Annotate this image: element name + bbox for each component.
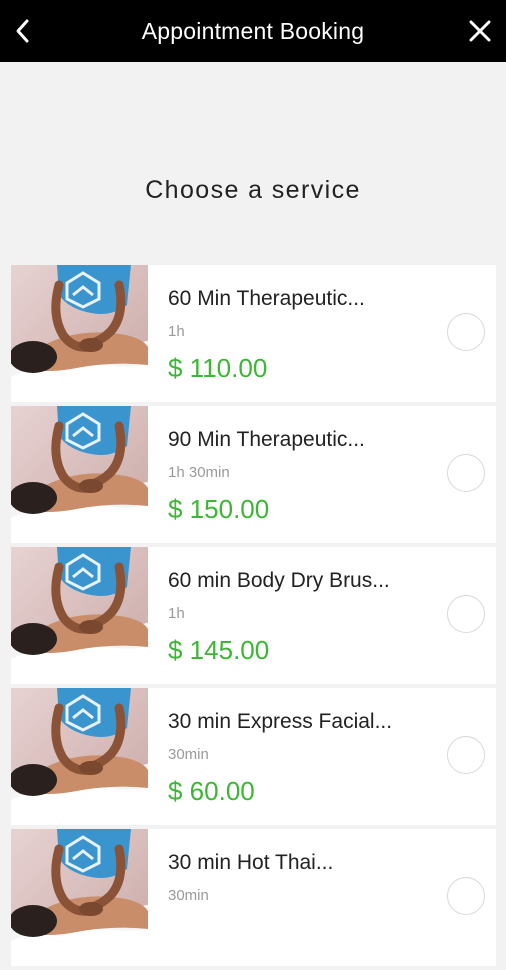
service-duration: 30min bbox=[168, 746, 209, 763]
close-button[interactable] bbox=[464, 13, 496, 49]
service-image bbox=[11, 547, 148, 684]
service-info: 30 min Express Facial... 30min $ 60.00 bbox=[168, 688, 426, 825]
service-radio-button[interactable] bbox=[447, 313, 485, 351]
service-info: 60 min Body Dry Brus... 1h $ 145.00 bbox=[168, 547, 426, 684]
massage-photo bbox=[11, 688, 148, 825]
service-image bbox=[11, 688, 148, 825]
massage-photo bbox=[11, 547, 148, 684]
page-title: Appointment Booking bbox=[141, 18, 365, 44]
service-name: 60 min Body Dry Brus... bbox=[168, 569, 390, 592]
service-price: $ 110.00 bbox=[168, 353, 268, 383]
header-bar: Appointment Booking bbox=[0, 0, 506, 62]
service-card[interactable]: 30 min Hot Thai... 30min bbox=[11, 829, 496, 966]
service-duration: 1h bbox=[168, 323, 185, 340]
service-info: 30 min Hot Thai... 30min bbox=[168, 829, 426, 966]
service-card[interactable]: 60 min Body Dry Brus... 1h $ 145.00 bbox=[11, 547, 496, 684]
service-name: 30 min Express Facial... bbox=[168, 710, 393, 733]
service-info: 90 Min Therapeutic... 1h 30min $ 150.00 bbox=[168, 406, 426, 543]
massage-photo bbox=[11, 829, 148, 966]
service-info: 60 Min Therapeutic... 1h $ 110.00 bbox=[168, 265, 426, 402]
service-radio-button[interactable] bbox=[447, 454, 485, 492]
service-card[interactable]: 30 min Express Facial... 30min $ 60.00 bbox=[11, 688, 496, 825]
service-name: 30 min Hot Thai... bbox=[168, 851, 334, 874]
service-name: 90 Min Therapeutic... bbox=[168, 428, 365, 451]
service-card[interactable]: 90 Min Therapeutic... 1h 30min $ 150.00 bbox=[11, 406, 496, 543]
service-price: $ 150.00 bbox=[168, 494, 270, 524]
service-image bbox=[11, 829, 148, 966]
service-duration: 1h bbox=[168, 605, 185, 622]
massage-photo bbox=[11, 265, 148, 402]
service-price: $ 145.00 bbox=[168, 635, 270, 665]
service-price: $ 60.00 bbox=[168, 776, 255, 806]
service-radio-button[interactable] bbox=[447, 736, 485, 774]
service-card[interactable]: 60 Min Therapeutic... 1h $ 110.00 bbox=[11, 265, 496, 402]
close-icon bbox=[469, 20, 491, 42]
service-duration: 30min bbox=[168, 887, 209, 904]
service-list: 60 Min Therapeutic... 1h $ 110.00 90 Min… bbox=[11, 265, 496, 970]
massage-photo bbox=[11, 406, 148, 543]
service-image bbox=[11, 406, 148, 543]
service-image bbox=[11, 265, 148, 402]
service-name: 60 Min Therapeutic... bbox=[168, 287, 365, 310]
service-duration: 1h 30min bbox=[168, 464, 230, 481]
service-radio-button[interactable] bbox=[447, 877, 485, 915]
section-heading: Choose a service bbox=[145, 176, 361, 204]
service-radio-button[interactable] bbox=[447, 595, 485, 633]
